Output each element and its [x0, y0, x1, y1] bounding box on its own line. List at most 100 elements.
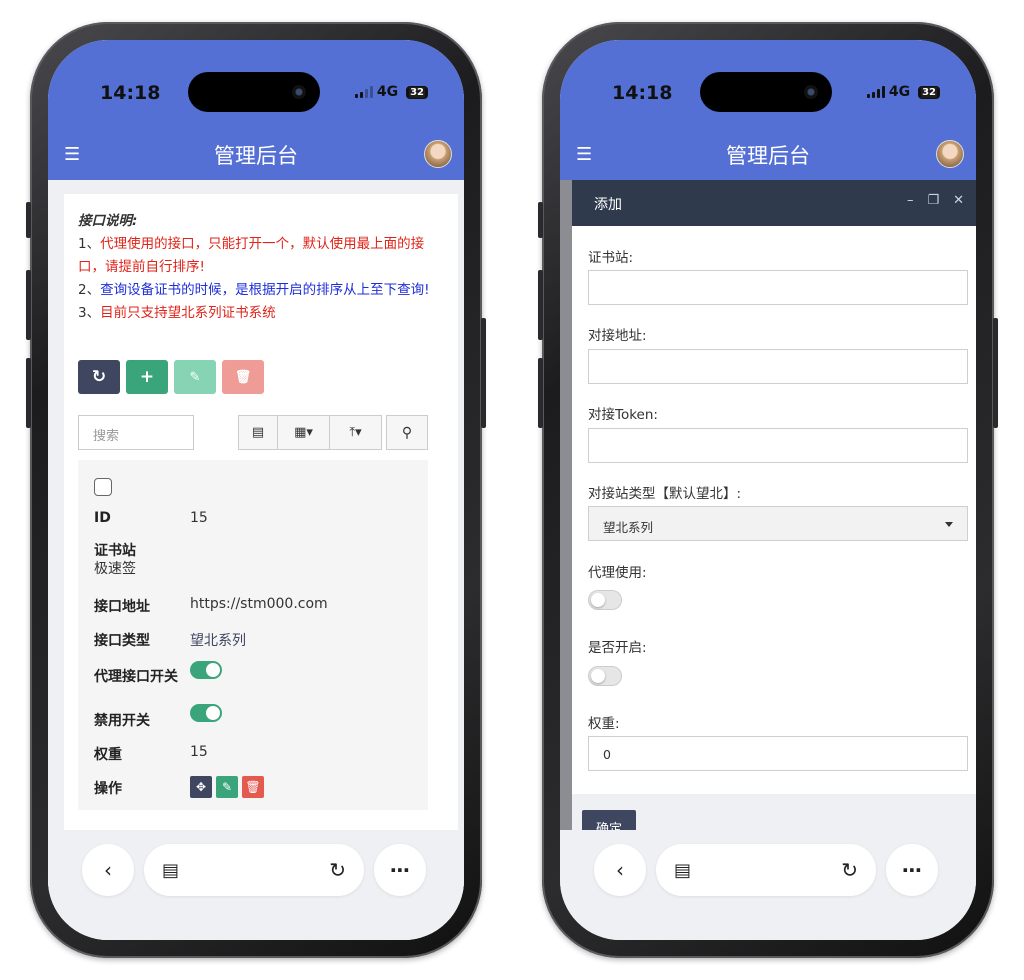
battery-icon: 32: [918, 85, 940, 99]
delete-button[interactable]: 🗑: [222, 360, 264, 394]
more-button[interactable]: ⋯: [374, 844, 426, 896]
note-1: 1、代理使用的接口，只能打开一个，默认使用最上面的接口，请提前自行排序!: [78, 236, 425, 275]
network-type: 4G: [376, 84, 399, 100]
enabled-toggle[interactable]: [588, 666, 622, 686]
toggle-view-button[interactable]: ▤: [238, 415, 278, 450]
disable-toggle[interactable]: [190, 704, 222, 722]
add-button[interactable]: +: [126, 360, 168, 394]
modal-header: 添加 – ❐ ✕: [572, 180, 976, 226]
avatar[interactable]: [424, 140, 452, 168]
chevron-left-icon: ‹: [104, 858, 112, 882]
dynamic-island: [188, 72, 320, 112]
search-input[interactable]: [78, 415, 194, 450]
power-button: [481, 318, 486, 428]
address-label: 对接地址:: [588, 328, 647, 344]
refresh-button[interactable]: ↻: [78, 360, 120, 394]
enabled-label: 是否开启:: [588, 640, 647, 656]
columns-button[interactable]: ▦▾: [278, 415, 330, 450]
main-content: 接口说明: 1、代理使用的接口，只能打开一个，默认使用最上面的接口，请提前自行排…: [48, 180, 464, 940]
field-weight: 权重 15: [94, 744, 208, 763]
maximize-icon[interactable]: ❐: [927, 193, 939, 208]
row-delete-icon[interactable]: 🗑: [242, 776, 264, 798]
dynamic-island: [700, 72, 832, 112]
volume-down-button: [26, 358, 31, 428]
status-indicators: 4G 32: [354, 84, 428, 100]
field-id: ID 15: [94, 510, 208, 526]
field-disable-switch: 禁用开关: [94, 704, 222, 730]
status-time: 14:18: [612, 82, 673, 104]
reload-icon[interactable]: ↻: [329, 858, 346, 882]
screen: 14:18 4G 32 ☰ 管理后台 接口说明: 1、代理使用的接口，只能打开一…: [48, 40, 464, 940]
status-time: 14:18: [100, 82, 161, 104]
address-bar[interactable]: ▤ ↻: [144, 844, 364, 896]
action-button: [26, 202, 31, 238]
modal-overlay: [560, 180, 572, 940]
proxy-toggle[interactable]: [588, 590, 622, 610]
ellipsis-icon: ⋯: [390, 858, 410, 882]
modal-controls: – ❐ ✕: [907, 193, 964, 208]
chevron-down-icon: [945, 522, 953, 527]
battery-level: 32: [409, 86, 425, 98]
volume-up-button: [538, 270, 543, 340]
volume-up-button: [26, 270, 31, 340]
chevron-left-icon: ‹: [616, 858, 624, 882]
type-label: 对接站类型【默认望北】:: [588, 486, 742, 502]
page-title: 管理后台: [726, 144, 810, 168]
proxy-toggle[interactable]: [190, 661, 222, 679]
table-card: 接口说明: 1、代理使用的接口，只能打开一个，默认使用最上面的接口，请提前自行排…: [64, 194, 458, 854]
app-navbar: ☰ 管理后台: [48, 130, 464, 180]
avatar[interactable]: [936, 140, 964, 168]
view-tools: ▤ ▦▾ ⤒▾: [238, 415, 382, 450]
battery-level: 32: [921, 86, 937, 98]
search-icon: ⚲: [401, 424, 413, 441]
status-bar: 14:18 4G 32: [560, 40, 976, 130]
weight-input[interactable]: 0: [588, 736, 968, 771]
browser-toolbar: ‹ ▤ ↻ ⋯: [560, 830, 976, 940]
field-proxy-switch: 代理接口开关: [94, 661, 222, 686]
back-button[interactable]: ‹: [594, 844, 646, 896]
note-2: 2、查询设备证书的时候，是根据开启的排序从上至下查询!: [78, 282, 430, 298]
edit-button[interactable]: ✎: [174, 360, 216, 394]
type-select[interactable]: 望北系列: [588, 506, 968, 541]
type-select-value: 望北系列: [603, 520, 654, 535]
proxy-label: 代理使用:: [588, 565, 647, 581]
more-button[interactable]: ⋯: [886, 844, 938, 896]
weight-label: 权重:: [588, 716, 620, 732]
row-checkbox[interactable]: [94, 478, 112, 496]
move-icon[interactable]: ✥: [190, 776, 212, 798]
ellipsis-icon: ⋯: [902, 858, 922, 882]
close-icon[interactable]: ✕: [953, 193, 964, 208]
record-card: ID 15 证书站 极速签 接口地址 https://stm000.com 接口类型…: [78, 460, 428, 810]
camera-icon: [804, 85, 818, 99]
volume-down-button: [538, 358, 543, 428]
notes-heading: 接口说明:: [78, 213, 138, 229]
network-type: 4G: [888, 84, 911, 100]
modal-form: 证书站: 对接地址: 对接Token: 对接站类型【默认望北】: 望北系列 代理…: [572, 226, 976, 794]
table-toolbar: ↻ + ✎ 🗑: [78, 360, 264, 394]
row-edit-icon[interactable]: ✎: [216, 776, 238, 798]
status-indicators: 4G 32: [866, 84, 940, 100]
signal-icon: [354, 86, 373, 98]
minimize-icon[interactable]: –: [907, 193, 914, 208]
battery-icon: 32: [406, 85, 428, 99]
api-notes: 接口说明: 1、代理使用的接口，只能打开一个，默认使用最上面的接口，请提前自行排…: [78, 210, 432, 325]
refresh-icon: ↻: [91, 367, 107, 387]
page-title: 管理后台: [214, 144, 298, 168]
note-3: 3、目前只支持望北系列证书系统: [78, 305, 276, 321]
reload-icon[interactable]: ↻: [841, 858, 858, 882]
field-type: 接口类型 望北系列: [94, 633, 246, 649]
list-icon: ▤: [251, 425, 265, 440]
weight-value: 0: [603, 747, 611, 762]
plus-icon: +: [139, 367, 155, 387]
search-toggle-button[interactable]: ⚲: [386, 415, 428, 450]
address-input[interactable]: [588, 349, 968, 384]
screen: 14:18 4G 32 ☰ 管理后台 添加 – ❐ ✕ 证书站: 对接地址: 对…: [560, 40, 976, 940]
status-bar: 14:18 4G 32: [48, 40, 464, 130]
address-bar[interactable]: ▤ ↻: [656, 844, 876, 896]
station-input[interactable]: [588, 270, 968, 305]
station-label: 证书站:: [588, 250, 634, 266]
grid-icon: ▦▾: [294, 425, 313, 440]
back-button[interactable]: ‹: [82, 844, 134, 896]
export-button[interactable]: ⤒▾: [330, 415, 382, 450]
token-input[interactable]: [588, 428, 968, 463]
